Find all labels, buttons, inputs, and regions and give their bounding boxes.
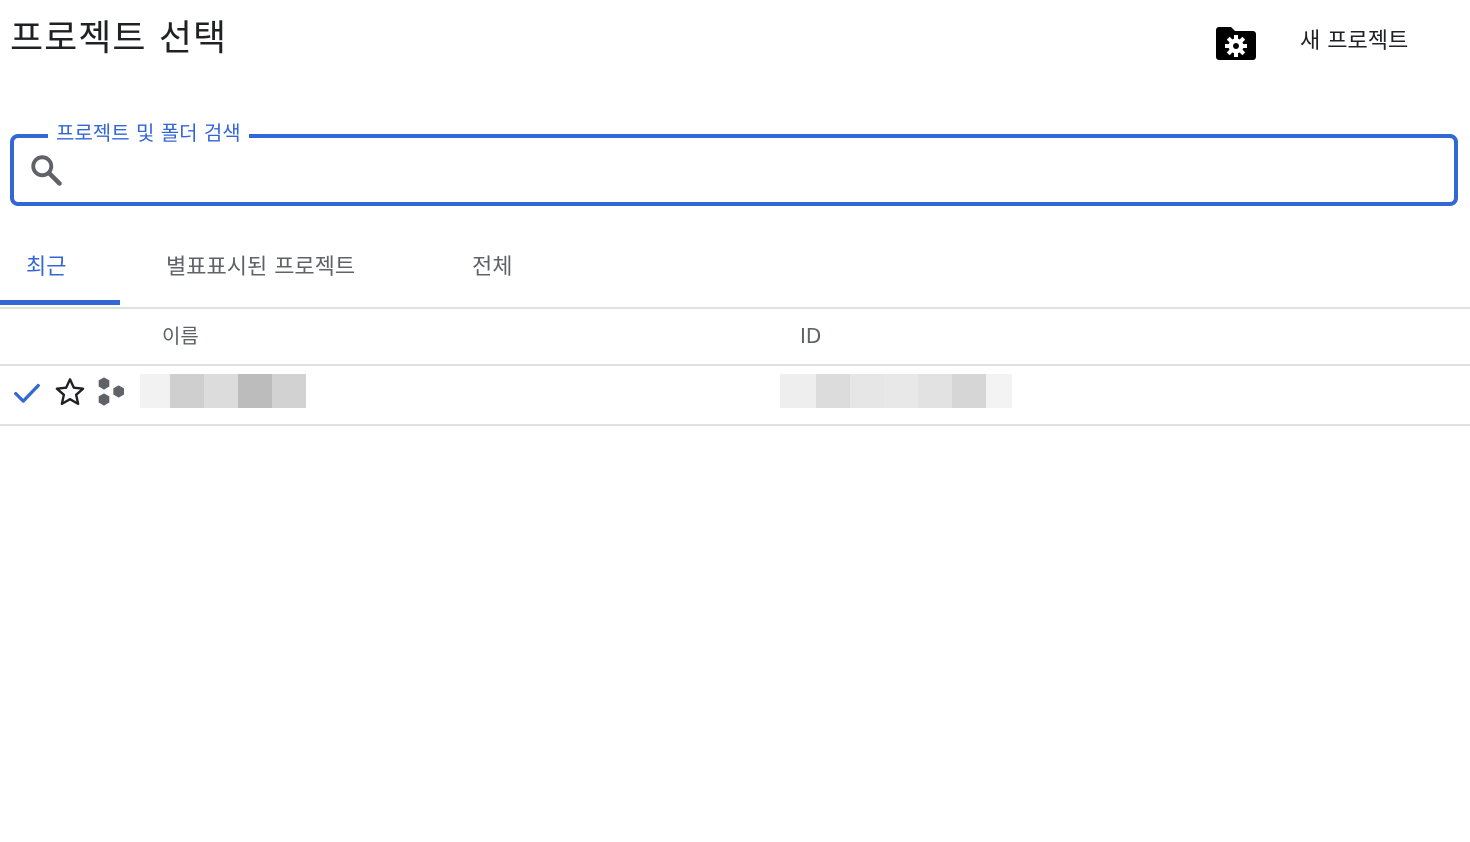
tab-all[interactable]: 전체 bbox=[472, 230, 512, 305]
star-icon[interactable] bbox=[54, 376, 86, 408]
tab-recent[interactable]: 최근 bbox=[26, 230, 66, 305]
search-input[interactable] bbox=[74, 146, 1448, 196]
project-picker-dialog: 프로젝트 선택 새 프로젝트 프로젝트 및 폴더 검색 최근 별표표시된 프로젝… bbox=[0, 0, 1470, 842]
project-name-redacted bbox=[140, 374, 306, 408]
page-title: 프로젝트 선택 bbox=[10, 18, 228, 59]
project-id-redacted bbox=[780, 374, 1012, 408]
new-project-button[interactable]: 새 프로젝트 bbox=[1290, 22, 1418, 62]
tab-bar: 최근 별표표시된 프로젝트 전체 bbox=[0, 230, 1470, 309]
folder-gear-icon bbox=[1216, 27, 1256, 60]
column-header-id: ID bbox=[800, 324, 822, 348]
tab-starred[interactable]: 별표표시된 프로젝트 bbox=[166, 230, 355, 305]
search-field[interactable]: 프로젝트 및 폴더 검색 bbox=[10, 118, 1458, 206]
active-tab-indicator bbox=[0, 300, 120, 305]
search-label: 프로젝트 및 폴더 검색 bbox=[48, 118, 249, 148]
check-icon bbox=[14, 383, 40, 403]
project-hexagons-icon bbox=[98, 377, 124, 406]
manage-resources-button[interactable] bbox=[1212, 22, 1260, 64]
column-header-name: 이름 bbox=[162, 324, 199, 348]
table-row[interactable] bbox=[0, 366, 1470, 426]
search-icon bbox=[31, 155, 62, 186]
